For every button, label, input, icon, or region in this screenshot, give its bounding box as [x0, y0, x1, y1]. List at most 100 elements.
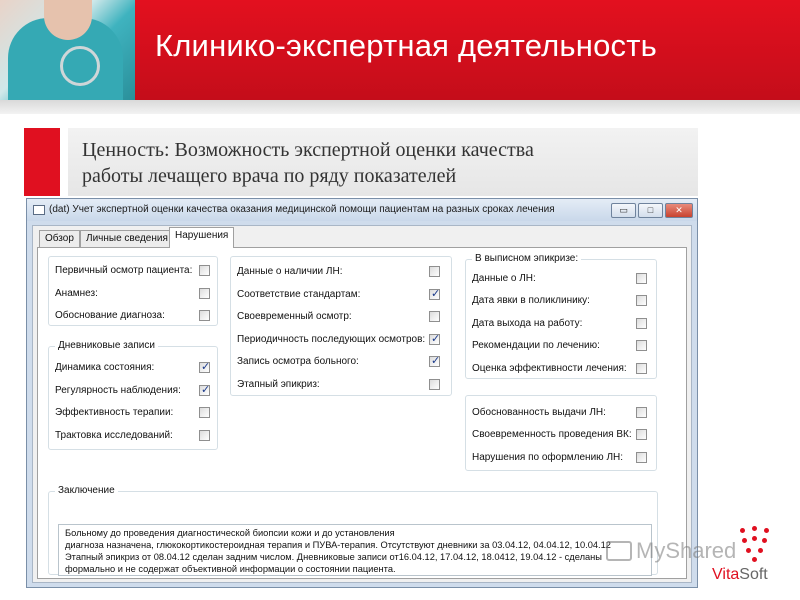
violations-panel: Первичный осмотр пациента: Анамнез: Обос… [37, 247, 687, 579]
vitasoft-logo: VitaSoft [712, 566, 768, 584]
check-mark-icon: ✓ [201, 384, 211, 396]
check-row[interactable]: Своевременность проведения ВК: [472, 429, 650, 443]
check-label: Оценка эффективности лечения: [472, 363, 627, 374]
checkbox[interactable] [199, 407, 210, 418]
conclusion-line: Этапный эпикриз от 08.04.12 сделан задни… [65, 552, 602, 562]
vitasoft-logo-icon [738, 524, 772, 564]
checkbox[interactable] [636, 363, 647, 374]
check-row[interactable]: Эффективность терапии: [55, 407, 211, 421]
check-label: Данные о ЛН: [472, 273, 536, 284]
check-row[interactable]: Этапный эпикриз: [237, 379, 445, 393]
checkbox[interactable]: ✓ [199, 361, 211, 373]
value-line-2: работы лечащего врача по ряду показателе… [82, 165, 457, 187]
check-label: Эффективность терапии: [55, 407, 174, 418]
tab-overview[interactable]: Обзор [39, 230, 80, 247]
check-row[interactable]: Первичный осмотр пациента: [55, 265, 211, 279]
divider-strip [0, 100, 800, 114]
check-row[interactable]: Динамика состояния: ✓ [55, 361, 211, 376]
checkbox[interactable] [636, 318, 647, 329]
maximize-button[interactable]: □ [638, 203, 663, 218]
app-icon [33, 205, 45, 215]
check-row[interactable]: Своевременный осмотр: [237, 311, 445, 325]
value-statement: Ценность: Возможность экспертной оценки … [82, 137, 682, 189]
check-label: Трактовка исследований: [55, 430, 173, 441]
group-sick-leave: Обоснованность выдачи ЛН: Своевременност… [465, 395, 657, 471]
checkbox[interactable] [199, 430, 210, 441]
check-row[interactable]: Запись осмотра больного: ✓ [237, 355, 445, 370]
group-main-criteria: Данные о наличии ЛН: Соответствие станда… [230, 256, 452, 396]
check-row[interactable]: Обоснование диагноза: [55, 310, 211, 324]
check-label: Дата выхода на работу: [472, 318, 583, 329]
checkbox[interactable] [429, 311, 440, 322]
conclusion-line: Больному до проведения диагностической б… [65, 528, 395, 538]
checkbox[interactable] [199, 265, 210, 276]
check-label: Регулярность наблюдения: [55, 385, 181, 396]
group-title: Заключение [55, 485, 118, 496]
accent-square [24, 128, 60, 196]
check-mark-icon: ✓ [431, 288, 441, 300]
check-label: Нарушения по оформлению ЛН: [472, 452, 624, 463]
checkbox[interactable] [429, 379, 440, 390]
checkbox[interactable] [429, 266, 440, 277]
conclusion-line: диагноза назначена, глюкокортикостероидн… [65, 540, 611, 550]
tab-personal-info[interactable]: Личные сведения [80, 230, 174, 247]
check-row[interactable]: Данные о наличии ЛН: [237, 266, 445, 280]
app-window: (dat) Учет экспертной оценки качества ок… [26, 198, 698, 588]
check-row[interactable]: Данные о ЛН: [472, 273, 650, 287]
myshared-watermark: MyShared [636, 538, 737, 563]
window-client: Обзор Личные сведения Нарушения Первичны… [32, 225, 692, 583]
checkbox[interactable] [199, 310, 210, 321]
check-row[interactable]: Нарушения по оформлению ЛН: [472, 452, 650, 466]
group-title: Дневниковые записи [55, 340, 158, 351]
logo-vita: Vita [712, 566, 740, 583]
check-row[interactable]: Оценка эффективности лечения: [472, 363, 650, 377]
check-row[interactable]: Периодичность последующих осмотров: ✓ [237, 333, 445, 348]
logo-soft: Soft [739, 566, 768, 583]
header-banner: Клинико-экспертная деятельность [0, 0, 800, 100]
check-label: Дата явки в поликлинику: [472, 295, 590, 306]
group-title: В выписном эпикризе: [472, 253, 582, 264]
window-title: (dat) Учет экспертной оценки качества ок… [49, 204, 555, 215]
check-row[interactable]: Рекомендации по лечению: [472, 340, 650, 354]
check-row[interactable]: Регулярность наблюдения: ✓ [55, 384, 211, 399]
check-row[interactable]: Дата выхода на работу: [472, 318, 650, 332]
checkbox[interactable]: ✓ [429, 288, 441, 300]
group-initial-exam: Первичный осмотр пациента: Анамнез: Обос… [48, 256, 218, 326]
check-label: Периодичность последующих осмотров: [237, 334, 426, 345]
value-line-1: Ценность: Возможность экспертной оценки … [82, 139, 534, 161]
check-mark-icon: ✓ [201, 361, 211, 373]
doctor-photo [0, 0, 135, 100]
check-label: Рекомендации по лечению: [472, 340, 600, 351]
checkbox[interactable] [636, 295, 647, 306]
checkbox[interactable] [199, 288, 210, 299]
checkbox[interactable] [636, 452, 647, 463]
check-label: Обоснованность выдачи ЛН: [472, 407, 606, 418]
minimize-button[interactable]: ▭ [611, 203, 636, 218]
checkbox[interactable] [636, 429, 647, 440]
check-row[interactable]: Обоснованность выдачи ЛН: [472, 407, 650, 421]
check-label: Этапный эпикриз: [237, 379, 320, 390]
myshared-icon [606, 541, 632, 561]
check-row[interactable]: Соответствие стандартам: ✓ [237, 288, 445, 303]
checkbox[interactable]: ✓ [429, 333, 441, 345]
check-label: Анамнез: [55, 288, 98, 299]
checkbox[interactable] [636, 273, 647, 284]
close-button[interactable]: ✕ [665, 203, 693, 218]
group-discharge-epicrisis: В выписном эпикризе: Данные о ЛН: Дата я… [465, 253, 657, 379]
check-label: Данные о наличии ЛН: [237, 266, 343, 277]
check-row[interactable]: Дата явки в поликлинику: [472, 295, 650, 309]
check-label: Соответствие стандартам: [237, 289, 361, 300]
check-label: Своевременный осмотр: [237, 311, 352, 322]
check-row[interactable]: Анамнез: [55, 288, 211, 302]
check-row[interactable]: Трактовка исследований: [55, 430, 211, 444]
checkbox[interactable]: ✓ [199, 384, 211, 396]
check-mark-icon: ✓ [431, 333, 441, 345]
conclusion-line: формально и не содержат объективной инфо… [65, 564, 396, 574]
conclusion-textarea[interactable]: Больному до проведения диагностической б… [58, 524, 652, 576]
window-titlebar[interactable]: (dat) Учет экспертной оценки качества ок… [27, 199, 697, 221]
checkbox[interactable] [636, 340, 647, 351]
checkbox[interactable]: ✓ [429, 355, 440, 367]
tab-violations[interactable]: Нарушения [169, 227, 235, 248]
check-label: Своевременность проведения ВК: [472, 429, 632, 440]
checkbox[interactable] [636, 407, 647, 418]
